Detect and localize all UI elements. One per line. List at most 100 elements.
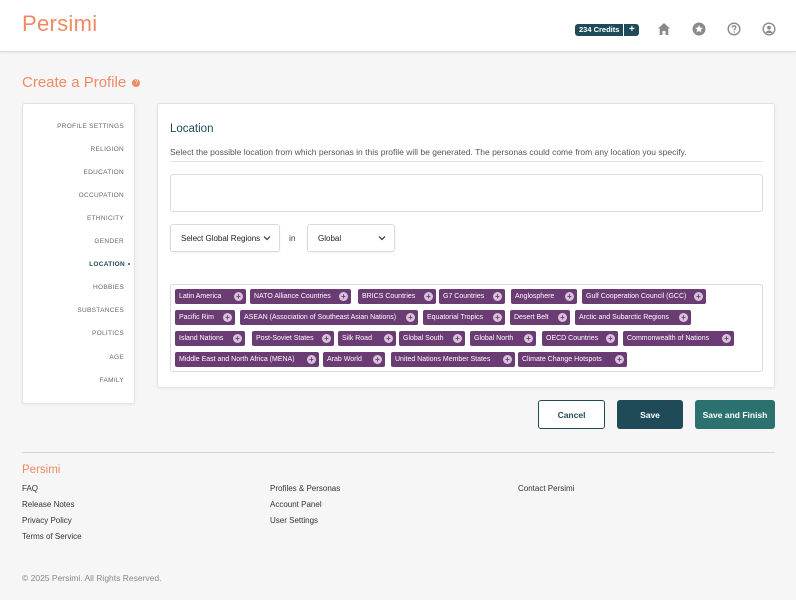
add-tag-icon[interactable]: + (406, 313, 415, 322)
add-tag-icon[interactable]: + (558, 313, 567, 322)
region-tag[interactable]: Latin America + (175, 289, 246, 304)
region-tag-label: BRICS Countries (362, 293, 416, 300)
global-regions-select-value: Select Global Regions (181, 233, 261, 243)
star-icon[interactable] (692, 22, 706, 36)
region-tag[interactable]: Pacific Rim + (175, 310, 235, 325)
footer-link-terms-of-service[interactable]: Terms of Service (22, 532, 82, 541)
sidebar-item-religion[interactable]: RELIGION (91, 146, 124, 153)
save-and-finish-button[interactable]: Save and Finish (695, 400, 775, 429)
add-tag-icon[interactable]: + (223, 313, 232, 322)
region-tag[interactable]: Anglosphere + (511, 289, 577, 304)
logo[interactable]: Persimi (22, 11, 97, 37)
sidebar-item-label: LOCATION (89, 261, 125, 268)
add-tag-icon[interactable]: + (565, 292, 574, 301)
region-tag[interactable]: Island Nations + (175, 331, 245, 346)
add-tag-icon[interactable]: + (307, 355, 316, 364)
region-tag-label: OECD Countries (546, 335, 599, 342)
region-tag[interactable]: OECD Countries + (542, 331, 618, 346)
active-indicator-icon (128, 263, 130, 266)
region-tag[interactable]: G7 Countries + (439, 289, 505, 304)
region-tag-label: Post-Soviet States (256, 335, 314, 342)
add-tag-icon[interactable]: + (615, 355, 624, 364)
footer-link-privacy-policy[interactable]: Privacy Policy (22, 516, 72, 525)
add-tag-icon[interactable]: + (722, 334, 731, 343)
region-tag[interactable]: Equatorial Tropics + (423, 310, 505, 325)
region-tag-label: G7 Countries (443, 293, 485, 300)
add-tag-icon[interactable]: + (493, 292, 502, 301)
sidebar-item-location[interactable]: LOCATION (89, 261, 130, 268)
region-tag[interactable]: United Nations Member States + (391, 352, 515, 367)
region-tag[interactable]: Gulf Cooperation Council (GCC) + (582, 289, 706, 304)
add-tag-icon[interactable]: + (453, 334, 462, 343)
region-tag-label: Arctic and Subarctic Regions (579, 314, 669, 321)
add-tag-icon[interactable]: + (322, 334, 331, 343)
add-tag-icon[interactable]: + (233, 334, 242, 343)
region-tag-label: Island Nations (179, 335, 224, 342)
help-icon[interactable] (727, 22, 741, 36)
global-regions-select[interactable]: Select Global Regions (170, 224, 280, 252)
add-tag-icon[interactable]: + (424, 292, 433, 301)
region-tags: Latin America + NATO Alliance Countries + … (170, 284, 763, 372)
cancel-button[interactable]: Cancel (538, 400, 605, 429)
home-icon[interactable] (657, 22, 671, 36)
add-tag-icon[interactable]: + (606, 334, 615, 343)
region-tag[interactable]: Global South + (399, 331, 465, 346)
sidebar-item-profile-settings[interactable]: PROFILE SETTINGS (57, 123, 124, 130)
add-tag-icon[interactable]: + (524, 334, 533, 343)
divider (170, 161, 763, 162)
add-tag-icon[interactable]: + (679, 313, 688, 322)
sidebar-item-politics[interactable]: POLITICS (92, 330, 124, 337)
footer-link-faq[interactable]: FAQ (22, 484, 38, 493)
save-button[interactable]: Save (617, 400, 683, 429)
add-tag-icon[interactable]: + (694, 292, 703, 301)
region-tag[interactable]: Arctic and Subarctic Regions + (575, 310, 691, 325)
copyright: © 2025 Persimi. All Rights Reserved. (22, 573, 162, 583)
sidebar-item-age[interactable]: AGE (109, 354, 124, 361)
scope-select-value: Global (318, 233, 342, 243)
footer-logo[interactable]: Persimi (22, 464, 60, 476)
region-tag-label: Latin America (179, 293, 222, 300)
add-tag-icon[interactable]: + (234, 292, 243, 301)
add-tag-icon[interactable]: + (384, 334, 393, 343)
region-tag[interactable]: Global North + (470, 331, 536, 346)
footer-link-profiles-personas[interactable]: Profiles & Personas (270, 484, 340, 493)
footer-link-account-panel[interactable]: Account Panel (270, 500, 322, 509)
region-tag[interactable]: NATO Alliance Countries + (250, 289, 351, 304)
region-tag-label: Global North (474, 335, 514, 342)
sidebar-item-ethnicity[interactable]: ETHNICITY (87, 215, 124, 222)
footer-link-user-settings[interactable]: User Settings (270, 516, 318, 525)
add-tag-icon[interactable]: + (339, 292, 348, 301)
add-credits-button[interactable]: + (623, 24, 639, 36)
region-tag[interactable]: Climate Change Hotspots + (518, 352, 627, 367)
top-bar: Persimi 234 Credits + (0, 0, 796, 52)
footer-link-contact[interactable]: Contact Persimi (518, 484, 574, 493)
region-tag[interactable]: ASEAN (Association of Southeast Asian Na… (240, 310, 418, 325)
region-tag[interactable]: Desert Belt + (510, 310, 570, 325)
profile-sections-nav: PROFILE SETTINGS RELIGION EDUCATION OCCU… (22, 103, 135, 404)
region-tag[interactable]: Silk Road + (338, 331, 396, 346)
location-input[interactable] (170, 174, 763, 212)
sidebar-item-education[interactable]: EDUCATION (84, 169, 125, 176)
add-tag-icon[interactable]: + (493, 313, 502, 322)
region-tag-label: NATO Alliance Countries (254, 293, 331, 300)
help-circle-icon[interactable]: ? (132, 79, 141, 88)
region-tag[interactable]: Middle East and North Africa (MENA) + (175, 352, 319, 367)
section-description: Select the possible location from which … (170, 147, 687, 157)
sidebar-item-family[interactable]: FAMILY (100, 377, 124, 384)
user-icon[interactable] (762, 22, 776, 36)
footer-link-release-notes[interactable]: Release Notes (22, 500, 74, 509)
in-label: in (289, 233, 296, 243)
sidebar-item-occupation[interactable]: OCCUPATION (79, 192, 124, 199)
region-tag[interactable]: Commonwealth of Nations + (623, 331, 734, 346)
sidebar-item-hobbies[interactable]: HOBBIES (93, 284, 124, 291)
sidebar-item-substances[interactable]: SUBSTANCES (77, 307, 124, 314)
region-tag[interactable]: Post-Soviet States + (252, 331, 334, 346)
add-tag-icon[interactable]: + (503, 355, 512, 364)
sidebar-item-gender[interactable]: GENDER (94, 238, 124, 245)
credits-badge[interactable]: 234 Credits + (575, 24, 640, 36)
region-tag-label: Anglosphere (515, 293, 555, 300)
scope-select[interactable]: Global (307, 224, 395, 252)
region-tag[interactable]: BRICS Countries + (358, 289, 436, 304)
add-tag-icon[interactable]: + (373, 355, 382, 364)
region-tag[interactable]: Arab World + (323, 352, 385, 367)
